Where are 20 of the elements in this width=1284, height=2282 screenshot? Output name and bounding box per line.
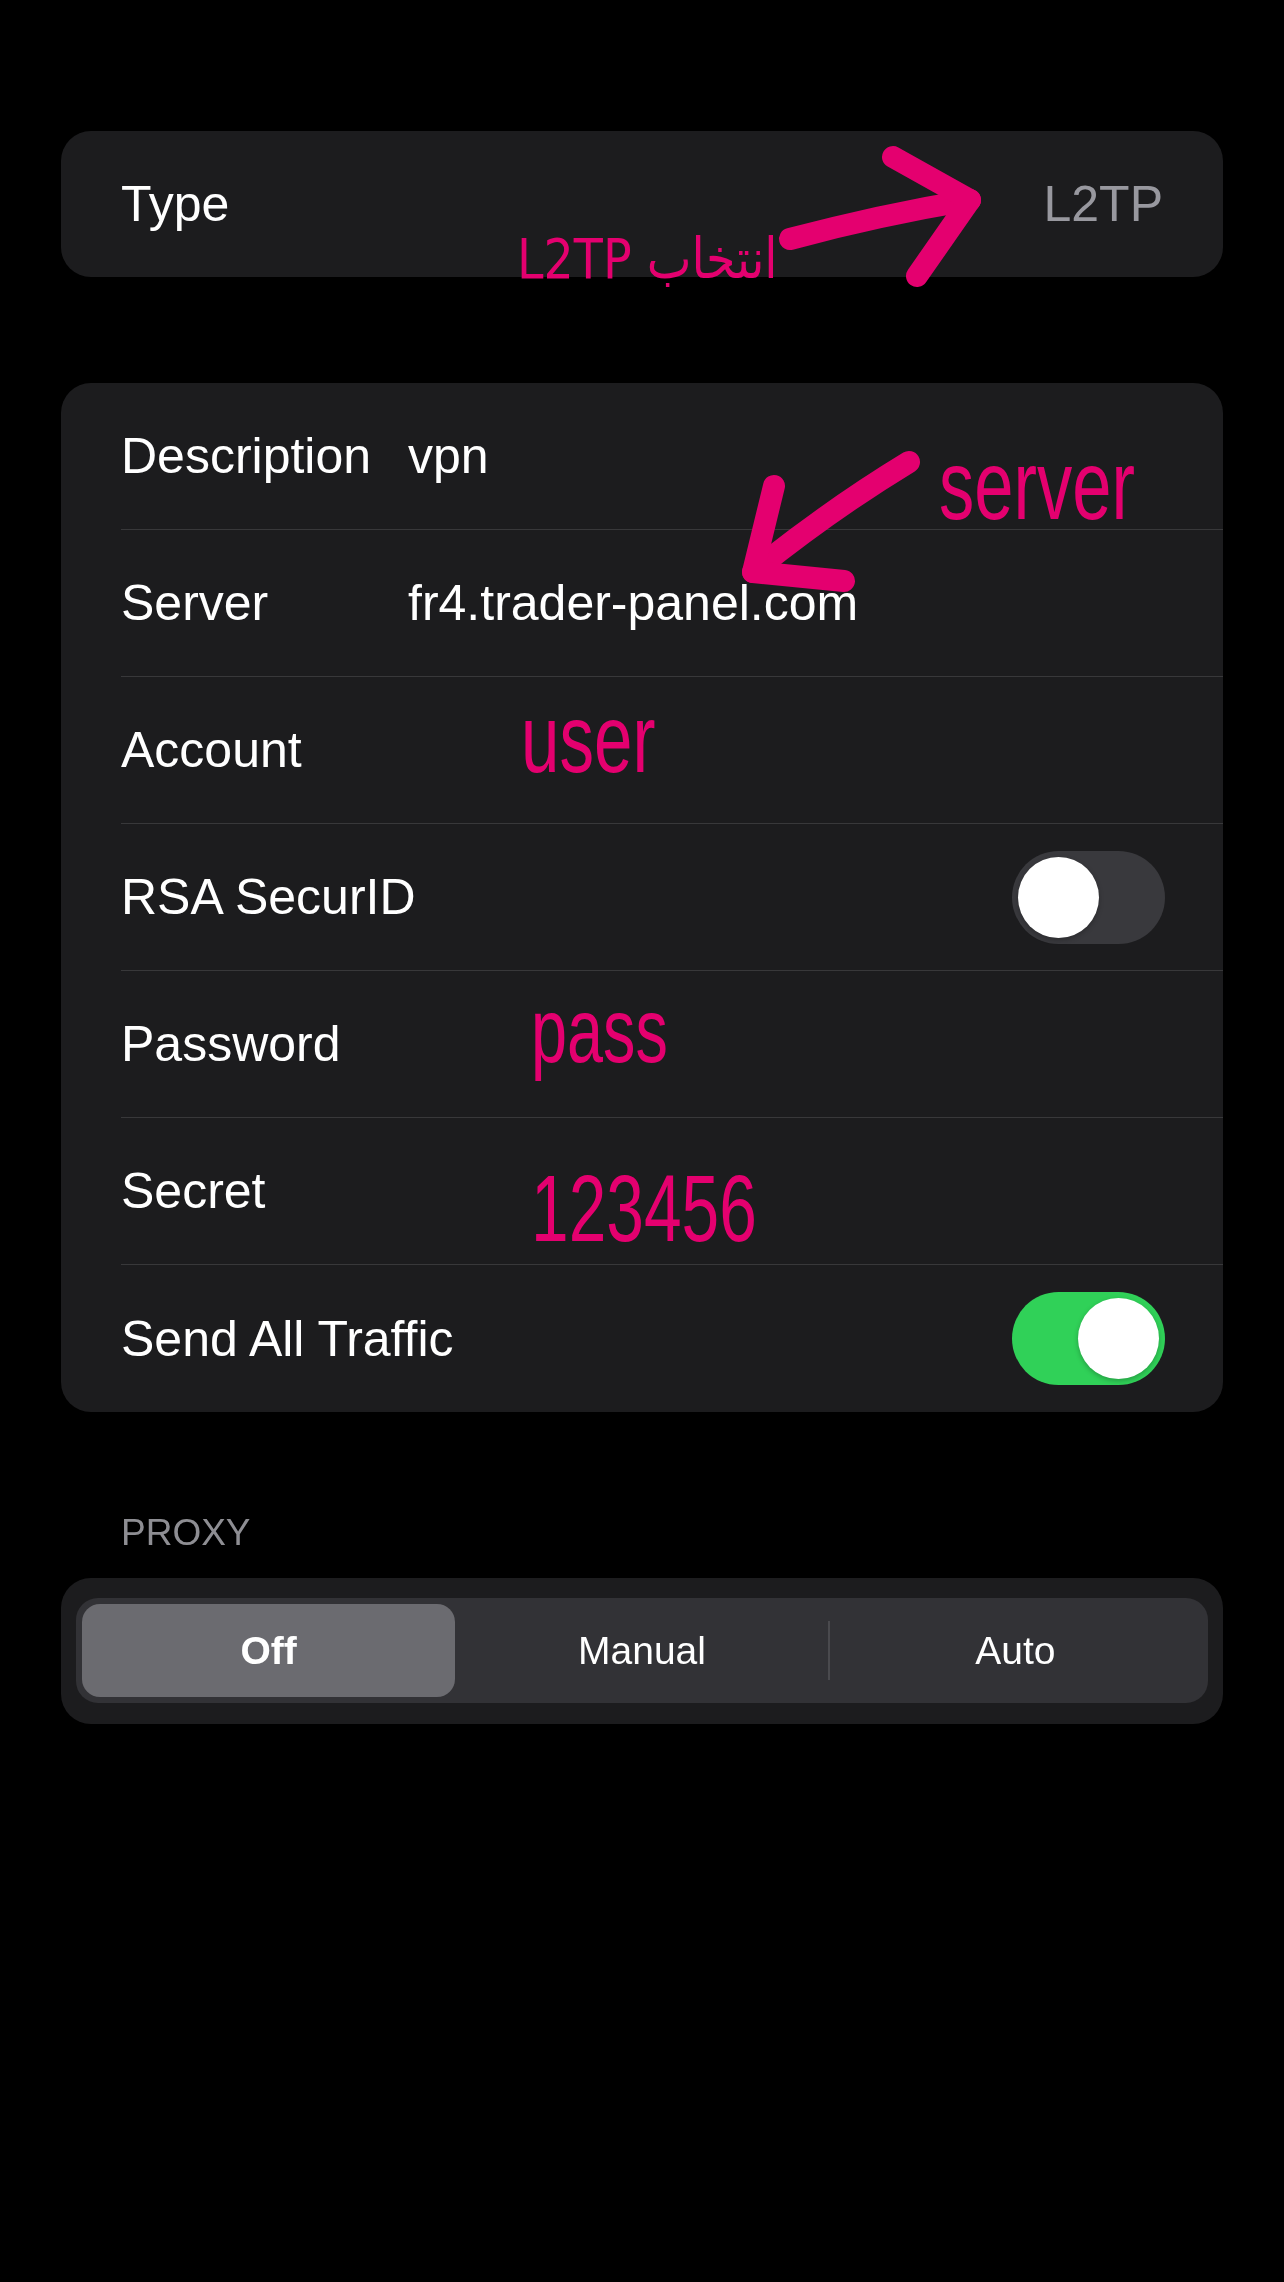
handwritten-note: انتخاب L2TP xyxy=(517,225,778,293)
setting-label: Type xyxy=(121,175,230,234)
setting-label: Password xyxy=(121,1015,341,1074)
handwritten-note: user xyxy=(521,684,656,794)
setting-label: Send All Traffic xyxy=(121,1309,454,1369)
proxy-segment[interactable]: Auto xyxy=(828,1604,1202,1697)
setting-label: Account xyxy=(121,721,302,780)
handwritten-note: server xyxy=(939,429,1136,542)
handwritten-note: pass xyxy=(531,980,668,1083)
handwritten-note: 123456 xyxy=(531,1155,757,1263)
proxy-segment[interactable]: Off xyxy=(82,1604,456,1697)
section-header: PROXY xyxy=(121,1511,251,1555)
setting-label: RSA SecurID xyxy=(121,868,416,927)
type-value[interactable]: L2TP xyxy=(1043,174,1163,234)
setting-label: Server xyxy=(121,574,269,633)
proxy-segment[interactable]: Manual xyxy=(455,1604,829,1697)
setting-label: Secret xyxy=(121,1162,266,1221)
text-field[interactable]: vpn xyxy=(408,426,489,486)
text-field[interactable]: fr4.trader-panel.com xyxy=(408,573,859,633)
setting-label: Description xyxy=(121,427,372,486)
